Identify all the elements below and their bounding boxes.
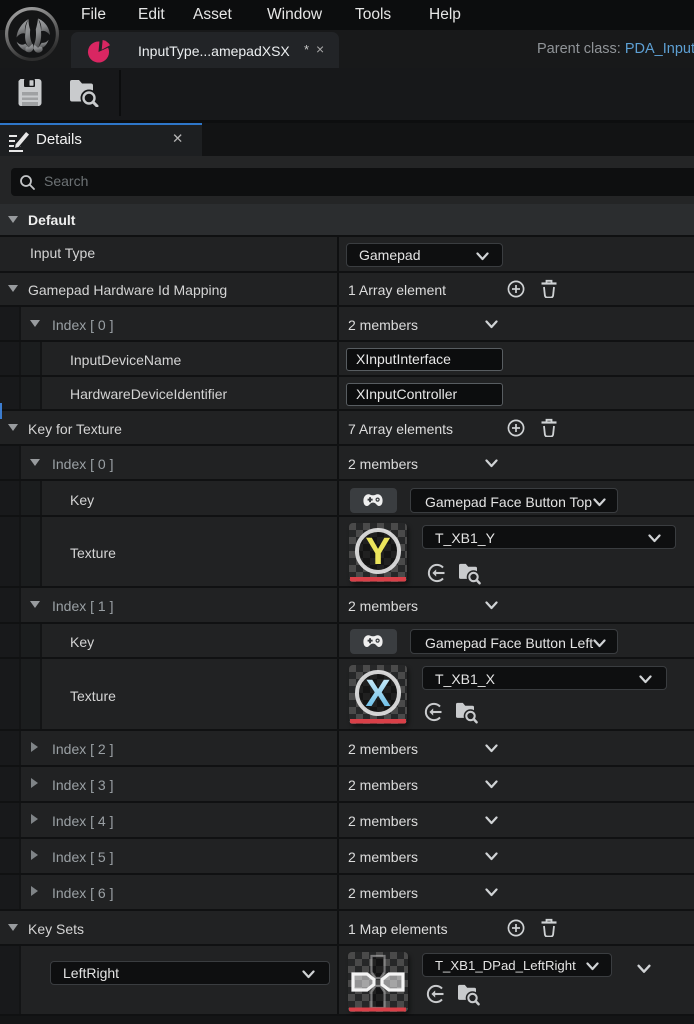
svg-text:Y: Y [365,531,390,573]
svg-text:X: X [365,673,391,715]
